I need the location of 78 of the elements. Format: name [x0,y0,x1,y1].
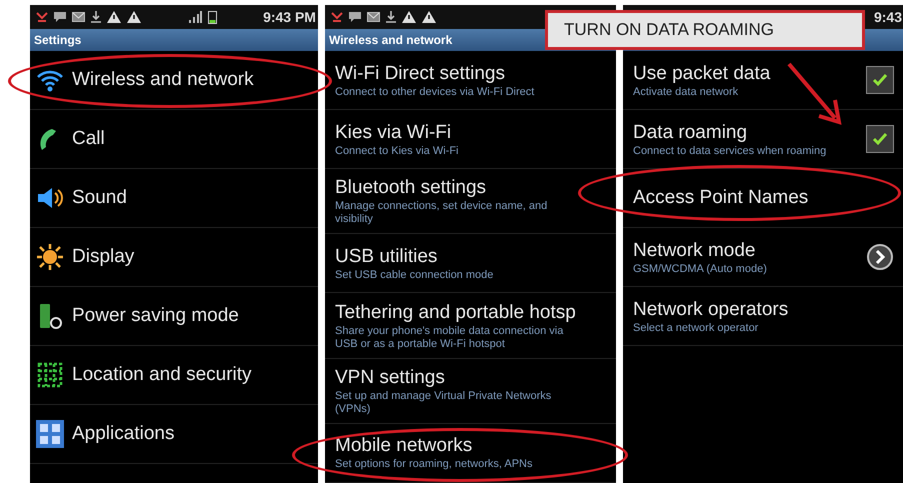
item-title: Wi-Fi Direct settings [335,62,506,86]
warning-icon [127,11,141,23]
missed-call-icon [36,11,48,23]
item-title: Tethering and portable hotsp [335,300,577,324]
checkbox[interactable] [866,66,894,94]
settings-item[interactable]: Use packet data Activate data network [623,51,903,110]
settings-item[interactable]: Kies via Wi-Fi Connect to Kies via Wi-Fi [325,110,616,169]
speaker-icon [36,186,64,210]
item-subtitle: Activate data network [633,86,740,98]
item-title: Display [72,245,136,269]
item-title: Use packet data [633,62,772,86]
signal-icon [188,11,202,23]
item-subtitle: Set USB cable connection mode [335,268,494,282]
settings-item[interactable]: Mobile networks Set options for roaming, networks, APNs [325,424,616,483]
settings-item[interactable]: Location and security [30,346,318,405]
callout-tooltip: TURN ON DATA ROAMING [545,10,865,50]
settings-item[interactable]: Applications [30,405,318,464]
settings-item[interactable]: Wireless and network [30,51,318,110]
item-title: Kies via Wi-Fi [335,120,452,144]
item-title: Location and security [72,363,253,387]
item-title: Sound [72,186,128,210]
download-icon [386,11,396,23]
settings-item[interactable]: Call [30,110,318,169]
item-title: Bluetooth settings [335,176,488,200]
item-title: Call [72,127,106,151]
item-title: Applications [72,422,176,446]
item-title: Mobile networks [335,434,474,458]
wifi-icon [36,68,64,92]
item-title: Network mode [633,238,756,262]
battery-icon [208,10,217,24]
settings-item[interactable]: Network mode GSM/WCDMA (Auto mode) [623,228,903,287]
settings-item[interactable]: Network operators Select a network operator [623,287,903,346]
missed-call-icon [331,11,343,23]
settings-item[interactable]: USB utilities Set USB cable connection mode [325,234,616,294]
checkbox[interactable] [866,125,894,153]
warning-icon [107,11,121,23]
settings-item[interactable]: Tethering and portable hotsp Share your phone's mobile data connection via USB or as a portable Wi-Fi hotspot [325,293,616,359]
status-time: 9:43 PM [263,9,316,25]
screen-title: Settings [30,29,318,51]
item-subtitle: Connect to Kies via Wi-Fi [335,144,460,158]
item-subtitle: Manage connections, set device name, and visibility [335,200,548,226]
item-subtitle: Set options for roaming, networks, APNs [335,458,534,472]
item-title: Power saving mode [72,304,240,328]
settings-item[interactable]: Bluetooth settings Manage connections, set device name, and visibility [325,169,616,234]
item-title: Wireless and network [72,68,255,92]
item-title: VPN settings [335,366,446,390]
item-subtitle: GSM/WCDMA (Auto mode) [633,262,768,276]
settings-item[interactable]: Power saving mode [30,287,318,346]
status-time: 9:43 [874,9,902,25]
chevron-icon[interactable] [866,243,894,271]
item-subtitle: Connect to other devices via Wi-Fi Direct [335,86,536,98]
check-icon [872,73,888,87]
settings-item[interactable]: Wi-Fi Direct settings Connect to other devices via Wi-Fi Direct [325,51,616,110]
message-icon [54,11,66,23]
download-icon [91,11,101,23]
sun-icon [36,243,64,271]
item-title: Access Point Names [633,186,810,210]
settings-item[interactable]: Data roaming Connect to data services when roaming [623,110,903,169]
grid-icon [36,361,64,389]
item-subtitle: Share your phone's mobile data connection via USB or as a portable Wi-Fi hotspot [335,324,564,350]
check-icon [872,132,888,146]
mail-icon [367,12,380,22]
item-title: USB utilities [335,244,438,269]
settings-item[interactable]: Sound [30,169,318,228]
message-icon [349,11,361,23]
item-title: Data roaming [633,120,748,144]
item-subtitle: Connect to data services when roaming [633,144,828,158]
settings-item[interactable]: VPN settings Set up and manage Virtual Private Networks (VPNs) [325,358,616,424]
item-subtitle: Select a network operator [633,322,760,334]
arrow [787,62,842,125]
warning-icon [402,11,416,23]
settings-item[interactable]: Display [30,228,318,287]
settings-item[interactable]: Access Point Names [623,169,903,228]
mail-icon [72,12,85,22]
item-subtitle: Set up and manage Virtual Private Networks (VPNs) [335,390,552,416]
apps-icon [36,420,64,448]
warning-icon [422,11,436,23]
item-title: Network operators [633,298,790,322]
